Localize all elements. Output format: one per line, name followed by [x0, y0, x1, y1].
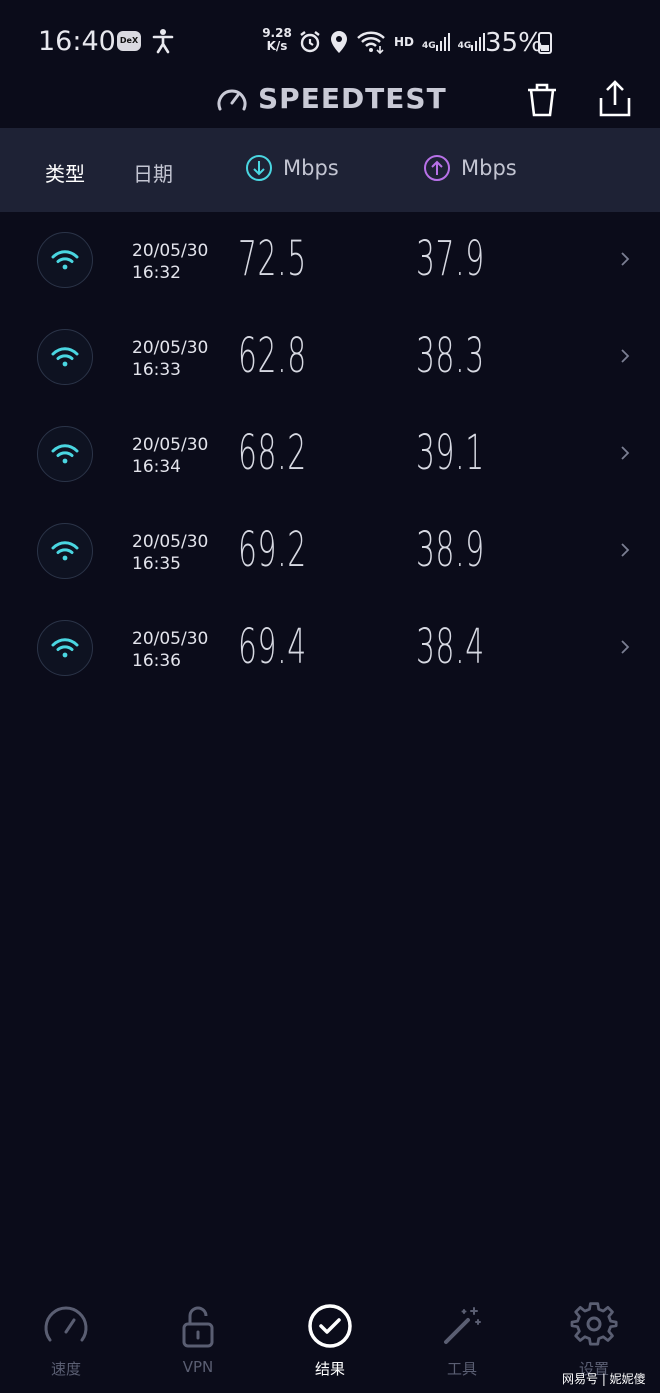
nav-vpn-label: VPN: [182, 1358, 214, 1376]
wifi-status-icon: [357, 31, 385, 54]
wifi-icon: [37, 426, 93, 482]
nav-speed-label: 速度: [50, 1360, 81, 1378]
gear-icon: [570, 1302, 618, 1346]
wifi-icon: [37, 620, 93, 676]
checkmark-circle-icon: [308, 1304, 352, 1348]
wifi-icon: [37, 329, 93, 385]
nav-results[interactable]: 结果: [280, 1302, 380, 1379]
column-date[interactable]: 日期: [133, 158, 173, 187]
result-date: 20/05/30: [132, 435, 209, 455]
result-date: 20/05/30: [132, 532, 209, 552]
result-time: 16:34: [132, 457, 181, 477]
result-row[interactable]: 20/05/30 16:34 68.2 39.1: [0, 407, 660, 504]
battery-percent: 35%: [485, 28, 543, 58]
status-bar: 16:40 DeX 9.28 K/s HD 4G 4G 35%: [0, 0, 660, 80]
magic-wand-icon: [444, 1307, 481, 1344]
nav-vpn[interactable]: VPN: [148, 1302, 248, 1376]
status-time: 16:40: [38, 26, 116, 57]
download-value: 69.4: [238, 619, 307, 675]
share-icon: [599, 80, 631, 117]
result-datetime: 20/05/30 16:35: [132, 531, 208, 575]
result-date: 20/05/30: [132, 241, 209, 261]
nav-speed[interactable]: 速度: [16, 1302, 116, 1379]
unlock-icon: [182, 1306, 214, 1348]
results-list: 20/05/30 16:32 72.5 37.9 20/05/30 16:33 …: [0, 213, 660, 698]
result-time: 16:36: [132, 651, 181, 671]
upload-value: 38.3: [416, 328, 485, 384]
dex-icon: DeX: [117, 31, 141, 51]
result-row[interactable]: 20/05/30 16:32 72.5 37.9: [0, 213, 660, 310]
chevron-right-icon: [621, 349, 630, 363]
wifi-icon: [37, 232, 93, 288]
results-table-header: 类型 日期 Mbps Mbps: [0, 128, 660, 212]
app-logo: SPEEDTEST: [216, 82, 447, 115]
trash-icon: [528, 83, 556, 117]
signal-1: 4G: [422, 33, 450, 51]
signal-2: 4G: [458, 33, 486, 51]
column-type[interactable]: 类型: [45, 158, 85, 187]
chevron-right-icon: [621, 640, 630, 654]
signal-2-label: 4G: [457, 41, 472, 51]
signal-bars-icon: [435, 33, 450, 51]
column-upload[interactable]: Mbps: [423, 154, 517, 182]
wifi-icon: [37, 523, 93, 579]
upload-value: 37.9: [416, 231, 485, 287]
result-datetime: 20/05/30 16:34: [132, 434, 208, 478]
download-arrow-icon: [246, 155, 272, 181]
result-time: 16:35: [132, 554, 181, 574]
download-value: 72.5: [238, 231, 307, 287]
upload-value: 38.9: [416, 522, 485, 578]
signal-bars-icon: [471, 33, 486, 51]
download-value: 62.8: [238, 328, 307, 384]
column-download[interactable]: Mbps: [245, 154, 339, 182]
result-time: 16:32: [132, 263, 181, 283]
upload-value: 39.1: [416, 425, 485, 481]
nav-tools[interactable]: 工具: [412, 1302, 512, 1379]
result-datetime: 20/05/30 16:32: [132, 240, 208, 284]
result-time: 16:33: [132, 360, 181, 380]
watermark: 网易号 | 妮妮傻: [562, 1372, 646, 1386]
result-date: 20/05/30: [132, 629, 209, 649]
alarm-icon: [300, 31, 320, 53]
nav-tools-label: 工具: [446, 1360, 477, 1378]
upload-arrow-icon: [424, 155, 450, 181]
status-icons: HD 4G 4G: [298, 30, 486, 54]
network-speed: 9.28 K/s: [262, 27, 292, 53]
speedometer-icon: [217, 89, 247, 110]
chevron-right-icon: [621, 252, 630, 266]
location-icon: [331, 31, 347, 53]
battery-icon: [538, 32, 552, 54]
download-value: 69.2: [238, 522, 307, 578]
share-button[interactable]: [596, 78, 634, 120]
result-row[interactable]: 20/05/30 16:35 69.2 38.9: [0, 504, 660, 601]
result-row[interactable]: 20/05/30 16:36 69.4 38.4: [0, 601, 660, 698]
result-row[interactable]: 20/05/30 16:33 62.8 38.3: [0, 310, 660, 407]
chevron-right-icon: [621, 543, 630, 557]
upload-value: 38.4: [416, 619, 485, 675]
upload-unit: Mbps: [461, 156, 517, 180]
result-datetime: 20/05/30 16:36: [132, 628, 208, 672]
signal-1-label: 4G: [422, 41, 436, 51]
result-datetime: 20/05/30 16:33: [132, 337, 208, 381]
download-value: 68.2: [238, 425, 307, 481]
hd-voice-indicator: HD: [394, 35, 415, 49]
bottom-nav: 速度 VPN 结果 工具 设置: [0, 1290, 660, 1393]
nav-results-label: 结果: [314, 1360, 345, 1378]
app-bar: SPEEDTEST: [0, 72, 660, 128]
network-speed-unit: K/s: [266, 39, 288, 53]
delete-button[interactable]: [524, 80, 560, 120]
download-unit: Mbps: [283, 156, 339, 180]
chevron-right-icon: [621, 446, 630, 460]
nav-settings[interactable]: 设置: [544, 1302, 644, 1379]
app-title: SPEEDTEST: [258, 82, 447, 115]
result-date: 20/05/30: [132, 338, 209, 358]
speedometer-icon: [44, 1306, 88, 1342]
accessibility-icon: [152, 28, 174, 58]
